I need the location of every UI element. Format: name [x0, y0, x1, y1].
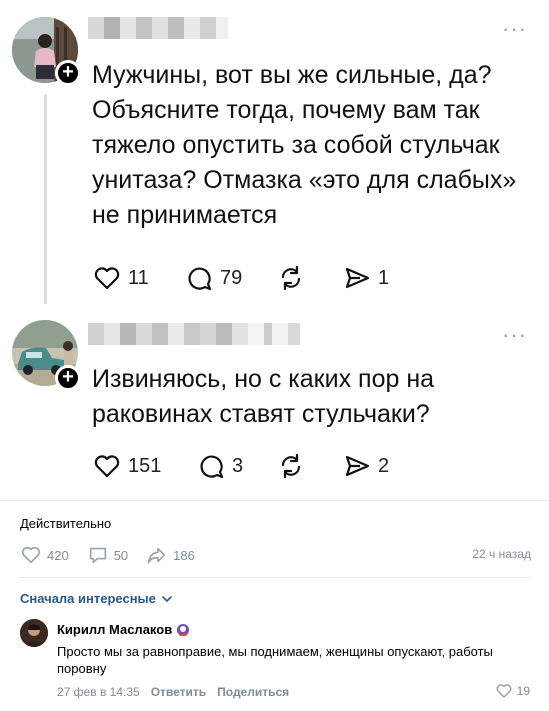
comment-bubble-icon [200, 455, 224, 479]
share-button[interactable]: 186 [146, 544, 195, 566]
more-dots-icon[interactable]: ··· [502, 324, 527, 346]
comment-date[interactable]: 27 фев в 14:35 [57, 685, 140, 699]
avatar[interactable] [20, 619, 48, 647]
reply-count: 79 [220, 266, 243, 289]
chevron-down-icon [162, 595, 172, 602]
send-button[interactable]: 1 [342, 263, 389, 293]
send-icon [345, 267, 370, 289]
like-button[interactable]: 420 [20, 544, 69, 566]
reply-button[interactable]: 79 [184, 263, 242, 293]
comment-author[interactable]: Кирилл Маслаков [57, 622, 190, 637]
comment-bubble-icon [188, 267, 212, 291]
vk-post-footer: Действительно 420 50 186 22 ч назад Снач… [0, 500, 549, 711]
badge-icon [177, 623, 190, 636]
share-arrow-icon [148, 547, 166, 564]
divider [20, 577, 529, 578]
post-2-text: Извиняюсь, но с каких пор на раковинах с… [92, 365, 435, 428]
sort-label: Сначала интересные [20, 591, 156, 606]
post-time[interactable]: 22 ч назад [472, 547, 531, 561]
more-dots-icon[interactable]: ··· [502, 18, 527, 40]
like-count: 420 [47, 547, 69, 563]
thread-line [44, 94, 47, 304]
like-button[interactable]: 11 [92, 263, 149, 293]
repost-button[interactable] [276, 263, 306, 293]
heart-icon [94, 267, 120, 290]
follow-plus-icon[interactable]: + [55, 365, 81, 391]
like-button[interactable]: 151 [92, 451, 161, 481]
heart-icon [496, 684, 512, 698]
comment-bubble-icon [89, 547, 106, 564]
repost-button[interactable] [276, 451, 306, 481]
comments-sort-dropdown[interactable]: Сначала интересные [20, 591, 172, 606]
blurred-username [88, 323, 300, 345]
comment-meta: 27 фев в 14:35 Ответить Поделиться [57, 685, 300, 699]
share-count: 1 [378, 266, 390, 289]
author-name: Кирилл Маслаков [57, 622, 173, 637]
repost-icon [281, 453, 301, 479]
repost-icon [281, 265, 301, 291]
comment-button[interactable]: 50 [87, 544, 128, 566]
share-link[interactable]: Поделиться [217, 685, 289, 699]
comment-text: Просто мы за равноправие, мы поднимаем, … [57, 644, 493, 676]
heart-icon [21, 546, 41, 564]
threads-screenshot: + ··· Мужчины, вот вы же сильные, да? Об… [0, 0, 549, 500]
comment-like-button[interactable]: 19 [495, 682, 530, 700]
share-count: 186 [173, 547, 195, 563]
post-actions: 420 50 186 [20, 544, 213, 566]
reply-button[interactable]: 3 [196, 451, 243, 481]
heart-icon [94, 455, 120, 478]
follow-plus-icon[interactable]: + [55, 60, 81, 86]
send-button[interactable]: 2 [342, 451, 389, 481]
comment-count: 50 [113, 547, 129, 563]
like-count: 11 [128, 266, 149, 289]
like-count: 151 [128, 454, 162, 477]
blurred-username [88, 17, 228, 39]
reply-count: 3 [232, 454, 244, 477]
post-caption: Действительно [20, 516, 112, 531]
comment-like-count: 19 [516, 684, 530, 698]
share-count: 2 [378, 454, 390, 477]
send-icon [345, 455, 370, 477]
post-1-text: Мужчины, вот вы же сильные, да? Объяснит… [92, 61, 517, 229]
reply-link[interactable]: Ответить [151, 685, 206, 699]
